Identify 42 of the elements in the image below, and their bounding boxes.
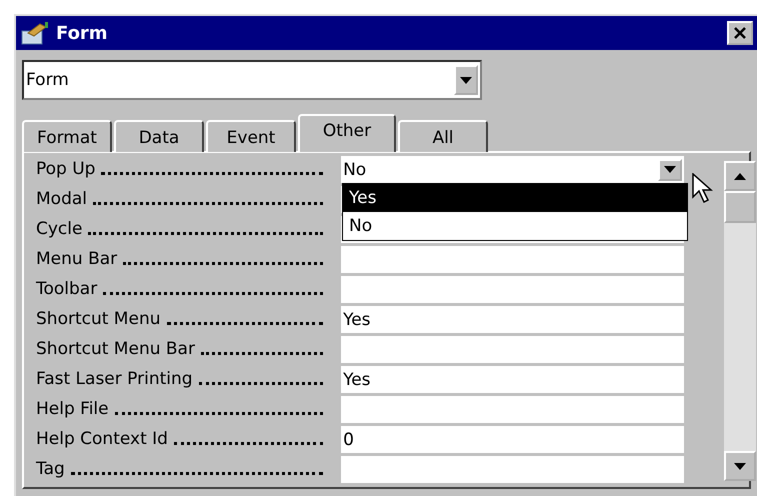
- property-label: Help File: [36, 399, 109, 419]
- property-value-field[interactable]: [341, 336, 684, 363]
- tab[interactable]: Other: [298, 114, 396, 152]
- close-icon: [734, 27, 746, 39]
- property-label: Modal: [36, 189, 87, 209]
- property-value-field[interactable]: [341, 246, 684, 273]
- dropdown-button[interactable]: [658, 158, 682, 180]
- window-title: Form: [56, 22, 109, 44]
- property-value-field[interactable]: [341, 276, 684, 303]
- property-label: Shortcut Menu Bar: [36, 339, 195, 359]
- tab[interactable]: All: [398, 120, 488, 152]
- property-value-field[interactable]: No: [341, 156, 684, 183]
- down-arrow-icon: [734, 462, 746, 470]
- property-label: Fast Laser Printing: [36, 369, 193, 389]
- property-value-field[interactable]: [341, 456, 684, 483]
- tab[interactable]: Data: [114, 120, 204, 152]
- down-arrow-icon: [460, 76, 472, 84]
- tab[interactable]: Event: [206, 120, 296, 152]
- dropdown-option[interactable]: Yes: [343, 184, 687, 212]
- property-label: Cycle: [36, 219, 82, 239]
- mouse-pointer-icon: [692, 173, 714, 205]
- property-value-field[interactable]: 0: [341, 426, 684, 453]
- property-value-field[interactable]: [341, 396, 684, 423]
- scroll-thumb[interactable]: [724, 191, 756, 223]
- property-label: Shortcut Menu: [36, 309, 160, 329]
- property-label: Toolbar: [36, 279, 98, 299]
- object-selector[interactable]: Form: [22, 60, 482, 100]
- property-label: Help Context Id: [36, 429, 168, 449]
- property-value-field[interactable]: Yes: [341, 306, 684, 333]
- up-arrow-icon: [734, 172, 746, 180]
- down-arrow-icon: [664, 166, 676, 173]
- tab[interactable]: Format: [22, 120, 112, 152]
- property-label: Menu Bar: [36, 249, 118, 269]
- property-label: Pop Up: [36, 159, 96, 179]
- property-label: Tag: [36, 459, 65, 479]
- close-button[interactable]: [727, 21, 753, 45]
- dropdown-button[interactable]: [454, 65, 478, 95]
- scrollbar[interactable]: [724, 161, 756, 481]
- scroll-down-button[interactable]: [724, 451, 756, 481]
- property-value-field[interactable]: Yes: [341, 366, 684, 393]
- scroll-up-button[interactable]: [724, 161, 756, 191]
- form-icon: [20, 21, 50, 45]
